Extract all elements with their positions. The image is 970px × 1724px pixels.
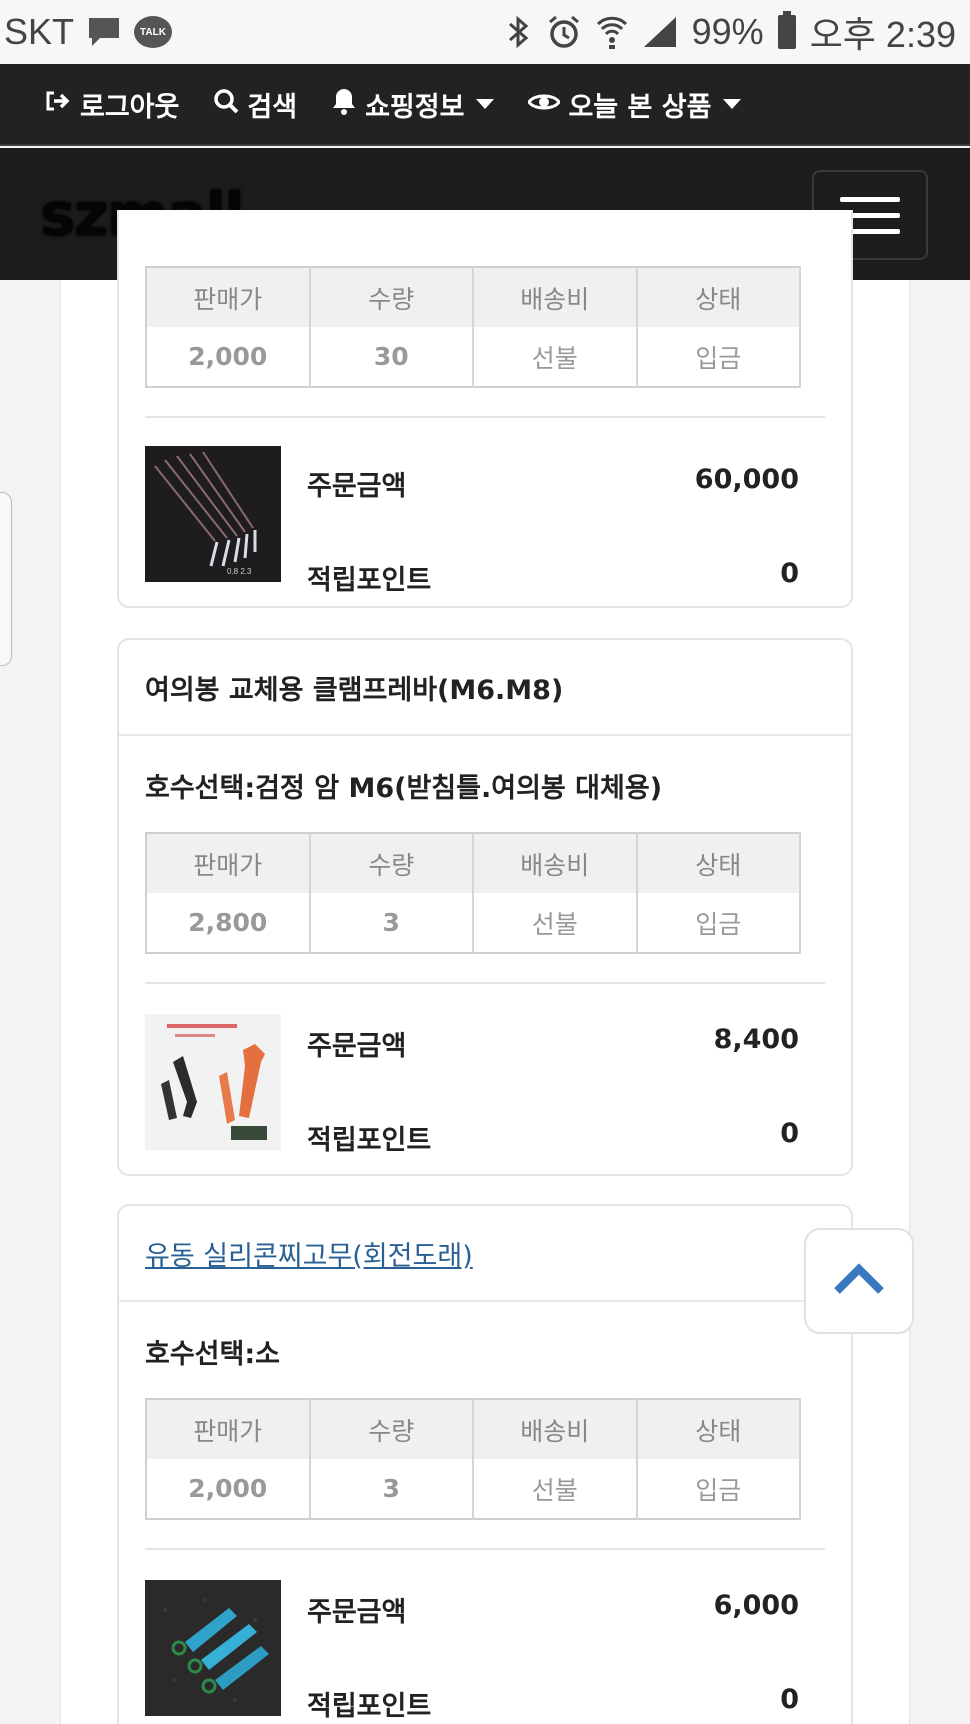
points-label: 적립포인트 [307, 1125, 432, 1156]
product-option: 호수선택:소 [145, 1339, 280, 1370]
search-label: 검색 [247, 91, 298, 123]
col-status: 상태 [636, 267, 801, 327]
cell-status: 입금 [636, 327, 801, 387]
col-shipping: 배송비 [473, 1399, 638, 1459]
recently-viewed-dropdown[interactable]: 오늘 본 상품 [527, 85, 742, 124]
battery-percent: 99% [691, 11, 764, 52]
bell-icon [331, 87, 357, 122]
order-detail-table: 판매가 수량 배송비 상태 2,000 30 선불 입금 [145, 266, 801, 388]
product-option: 호수선택:검정 암 M6(받침틀.여의봉 대체용) [145, 773, 663, 804]
col-price: 판매가 [146, 833, 311, 893]
cell-qty: 3 [309, 1459, 474, 1519]
hamburger-line [840, 196, 900, 202]
cell-status: 입금 [636, 893, 801, 953]
carrier-label: SKT [4, 11, 75, 52]
product-title[interactable]: 여의봉 교체용 클램프레바(M6.M8) [119, 640, 851, 736]
chevron-up-icon [832, 1262, 886, 1300]
col-price: 판매가 [146, 267, 311, 327]
message-icon [86, 15, 122, 49]
col-qty: 수량 [309, 833, 474, 893]
scroll-to-top-button[interactable] [804, 1228, 914, 1334]
points-value: 0 [780, 558, 799, 589]
search-icon [213, 88, 239, 121]
cell-qty: 3 [309, 893, 474, 953]
product-thumbnail[interactable]: 0.8 2.3 [145, 446, 281, 582]
search-link[interactable]: 검색 [213, 85, 297, 124]
points-label: 적립포인트 [307, 1691, 432, 1722]
order-amount-label: 주문금액 [307, 1031, 407, 1062]
points-label: 적립포인트 [307, 565, 432, 596]
side-panel-handle[interactable] [0, 492, 12, 666]
points-value: 0 [780, 1684, 799, 1715]
battery-icon [777, 11, 796, 49]
cell-shipping: 선불 [473, 327, 638, 387]
logout-link[interactable]: 로그아웃 [44, 85, 179, 124]
product-title-link[interactable]: 유동 실리콘찌고무(회전도래) [119, 1206, 851, 1302]
divider [145, 416, 825, 418]
col-shipping: 배송비 [473, 267, 638, 327]
alarm-icon [546, 14, 582, 50]
product-thumbnail[interactable] [145, 1014, 281, 1150]
recently-viewed-label: 오늘 본 상품 [568, 91, 712, 123]
col-status: 상태 [636, 1399, 801, 1459]
top-nav: 로그아웃 검색 쇼핑정보 오늘 본 상품 [0, 64, 970, 146]
bluetooth-icon [506, 14, 532, 50]
order-item-card: 유동 실리콘찌고무(회전도래) 호수선택:소 판매가 수량 배송비 상태 2,000 3… [117, 1204, 853, 1724]
order-amount-label: 주문금액 [307, 471, 407, 502]
shopping-info-dropdown[interactable]: 쇼핑정보 [331, 85, 495, 124]
clock: 오후 2:39 [809, 14, 956, 55]
order-amount-value: 6,000 [713, 1590, 799, 1621]
order-detail-table: 판매가 수량 배송비 상태 2,000 3 선불 입금 [145, 1398, 801, 1520]
col-qty: 수량 [309, 1399, 474, 1459]
divider [145, 982, 825, 984]
order-item-card: 판매가 수량 배송비 상태 2,000 30 선불 입금 0.8 2.3 주문금액 60,0… [117, 210, 853, 608]
wifi-icon [596, 14, 628, 50]
cell-status: 입금 [636, 1459, 801, 1519]
col-price: 판매가 [146, 1399, 311, 1459]
order-detail-table: 판매가 수량 배송비 상태 2,800 3 선불 입금 [145, 832, 801, 954]
order-item-card: 여의봉 교체용 클램프레바(M6.M8) 호수선택:검정 암 M6(받침틀.여의… [117, 638, 853, 1176]
order-amount-label: 주문금액 [307, 1597, 407, 1628]
caret-down-icon [476, 99, 495, 109]
cell-shipping: 선불 [473, 1459, 638, 1519]
eye-icon [527, 89, 562, 120]
thumbnail-caption: 0.8 2.3 [227, 567, 252, 576]
col-status: 상태 [636, 833, 801, 893]
kakaotalk-icon: TALK [134, 16, 173, 48]
col-shipping: 배송비 [473, 833, 638, 893]
signal-icon [642, 15, 678, 49]
product-thumbnail[interactable] [145, 1580, 281, 1716]
divider [145, 1548, 825, 1550]
caret-down-icon [723, 99, 742, 109]
logout-label: 로그아웃 [80, 91, 180, 123]
sign-out-icon [44, 89, 72, 120]
cell-shipping: 선불 [473, 893, 638, 953]
cell-qty: 30 [309, 327, 474, 387]
order-amount-value: 8,400 [713, 1024, 799, 1055]
points-value: 0 [780, 1118, 799, 1149]
shopping-info-label: 쇼핑정보 [365, 91, 465, 123]
cell-price: 2,000 [146, 1459, 311, 1519]
cell-price: 2,000 [146, 327, 311, 387]
cell-price: 2,800 [146, 893, 311, 953]
status-bar: SKT TALK 99% 오후 2:39 [0, 0, 970, 64]
col-qty: 수량 [309, 267, 474, 327]
order-amount-value: 60,000 [694, 464, 799, 495]
